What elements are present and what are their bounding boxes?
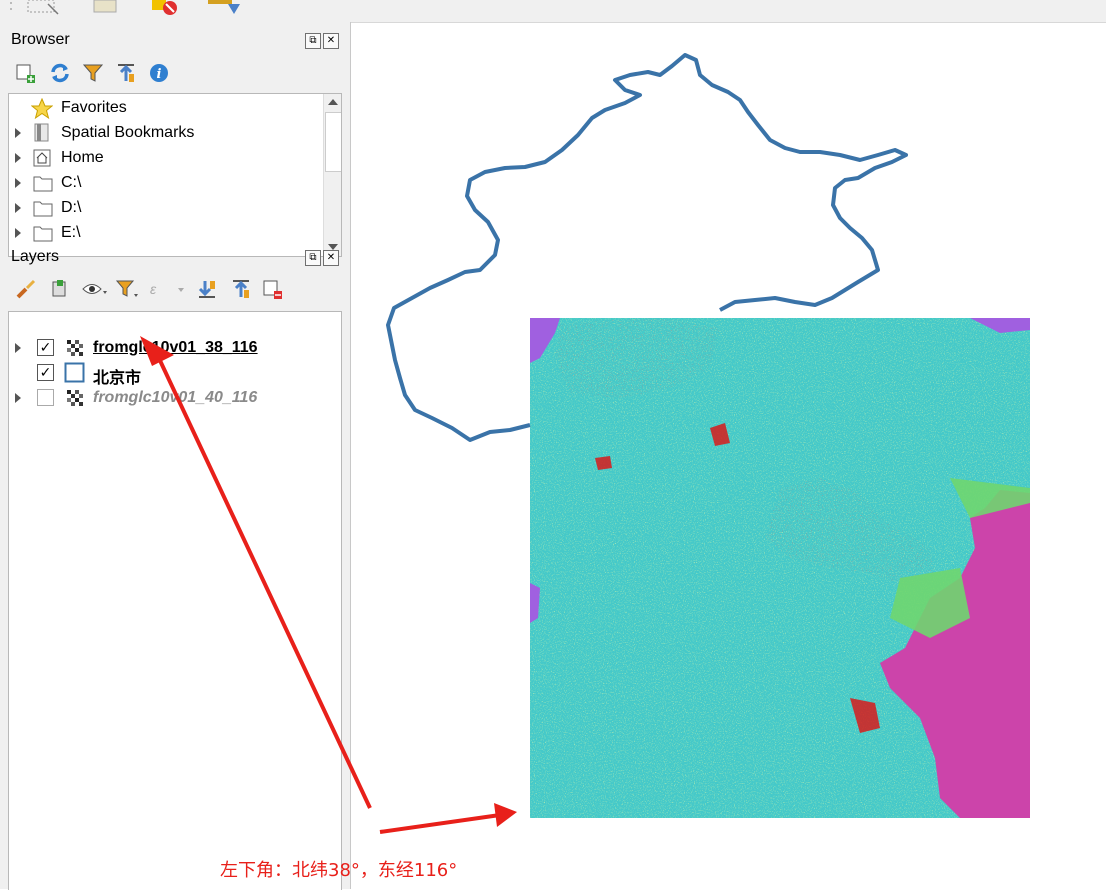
annotation-arrow-to-layer	[140, 336, 372, 809]
annotation-arrow-to-corner	[379, 803, 517, 834]
beijing-boundary	[386, 53, 908, 442]
map-overlay	[140, 53, 908, 834]
annotation-caption: 左下角：北纬38°，东经116°	[220, 860, 458, 881]
